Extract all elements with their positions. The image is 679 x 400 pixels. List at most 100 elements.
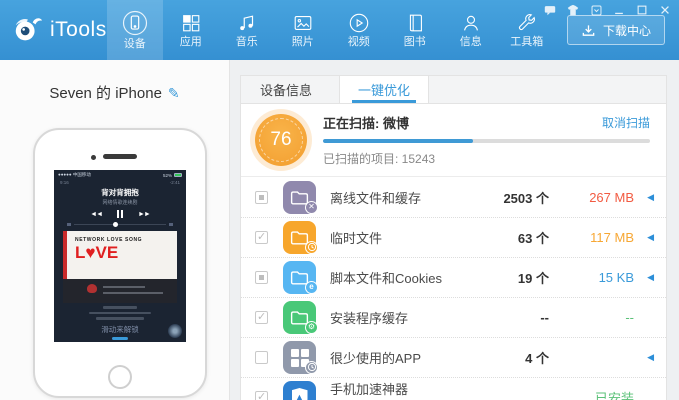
scan-status-text: 正在扫描: 微博 xyxy=(323,116,409,131)
time-remaining: -2:41 xyxy=(169,180,180,185)
row-label: 离线文件和缓存 xyxy=(330,190,422,206)
nav-tab-label: 照片 xyxy=(291,36,314,48)
phone-screen: ●●●●● 中国移动 52% 9:16 -2:41 背对背拥抱 网络情歌连续剧 … xyxy=(54,170,186,342)
row-checkbox[interactable] xyxy=(255,351,268,364)
time-elapsed: 9:16 xyxy=(60,180,69,185)
row-checkbox[interactable] xyxy=(255,271,268,284)
folder-tools-icon: ⚙ xyxy=(283,301,318,334)
row-label: 手机加速神器 xyxy=(330,382,409,397)
row-size: 267 MB xyxy=(589,189,634,205)
nav-tab-label: 信息 xyxy=(459,36,482,48)
row-count: 63 个 xyxy=(517,231,549,246)
pause-icon xyxy=(117,210,123,218)
folder-e-icon: e xyxy=(283,261,318,294)
song-title: 背对背拥抱 xyxy=(101,188,139,197)
lockscreen-camera-icon xyxy=(168,324,182,338)
row-scripts-cookies[interactable]: e 脚本文件和Cookies 19 个 15 KB ◀ xyxy=(241,257,666,297)
row-count: 4 个 xyxy=(525,351,549,366)
tab-one-click-optimize[interactable]: 一键优化 xyxy=(339,76,429,103)
shield-rocket-icon: ▲ xyxy=(283,381,316,400)
nav-tab-label: 视频 xyxy=(347,36,370,48)
main-nav: 设备 应用 音乐 照片 视频 图书 信息 工具箱 xyxy=(106,0,555,60)
itools-window: iTools 设备 应用 音乐 照片 视频 图书 信息 工具箱 下载中心 Sev… xyxy=(0,0,679,400)
home-indicator xyxy=(112,337,128,340)
card-tabs: 设备信息 一键优化 xyxy=(241,76,666,104)
playback-controls: ◄◄ ►► xyxy=(54,210,186,218)
feedback-bubble-icon[interactable] xyxy=(542,3,558,17)
album-figure xyxy=(87,284,97,293)
cancel-scan-link[interactable]: 取消扫描 xyxy=(602,114,650,131)
nav-tab-info[interactable]: 信息 xyxy=(443,0,499,60)
app-logo: iTools xyxy=(0,0,107,60)
row-checkbox[interactable] xyxy=(255,390,268,400)
nav-tab-music[interactable]: 音乐 xyxy=(219,0,275,60)
phone-camera-dot xyxy=(91,155,96,160)
lyric-line xyxy=(96,317,144,320)
row-rarely-used-apps[interactable]: 很少使用的APP 4 个 ◀ xyxy=(241,337,666,377)
volume-slider xyxy=(64,221,176,227)
scanned-items-text: 已扫描的项目: 15243 xyxy=(323,152,436,166)
forward-icon: ►► xyxy=(138,210,151,218)
row-count: 2503 个 xyxy=(503,190,549,206)
topbar: iTools 设备 应用 音乐 照片 视频 图书 信息 工具箱 下载中心 xyxy=(0,0,679,60)
scan-progress-bar xyxy=(323,139,650,143)
lyric-line xyxy=(103,306,137,309)
phone-home-button xyxy=(108,365,132,389)
nav-tab-label: 图书 xyxy=(403,36,426,48)
music-note-icon xyxy=(239,15,253,31)
row-phone-booster[interactable]: ▲ 手机加速神器 让你的设备运行更快 已安装 ◀ xyxy=(241,377,666,400)
volume-high-icon xyxy=(169,223,173,226)
apps-clock-icon xyxy=(283,341,318,374)
clock-badge-icon xyxy=(305,361,318,374)
row-label-group: 手机加速神器 让你的设备运行更快 xyxy=(330,379,464,400)
apps-grid-icon xyxy=(182,15,200,32)
download-icon xyxy=(582,24,595,36)
nav-tab-video[interactable]: 视频 xyxy=(331,0,387,60)
edit-device-name-icon[interactable]: ✎ xyxy=(168,85,180,101)
battery-percent: 52% xyxy=(162,172,172,178)
lyric-line xyxy=(89,311,151,314)
expand-icon[interactable]: ◀ xyxy=(634,192,654,203)
carrier-text: ●●●●● 中国移动 xyxy=(58,172,91,177)
slide-to-unlock-text: 滑动来解锁 xyxy=(101,324,139,334)
nav-tab-apps[interactable]: 应用 xyxy=(163,0,219,60)
folder-clock-icon xyxy=(283,221,318,254)
song-subtitle: 网络情歌连续剧 xyxy=(102,200,138,206)
nav-tab-books[interactable]: 图书 xyxy=(387,0,443,60)
nav-tab-photos[interactable]: 照片 xyxy=(275,0,331,60)
nav-tab-device[interactable]: 设备 xyxy=(106,0,163,60)
rewind-icon: ◄◄ xyxy=(90,210,103,218)
expand-icon[interactable]: ◀ xyxy=(634,352,654,363)
download-center-label: 下载中心 xyxy=(602,23,651,38)
row-checkbox[interactable] xyxy=(255,310,268,324)
expand-icon[interactable]: ◀ xyxy=(634,232,654,243)
nav-tab-label: 工具箱 xyxy=(510,36,544,48)
row-checkbox[interactable] xyxy=(255,230,268,244)
row-label: 安装程序缓存 xyxy=(330,311,409,326)
rocket-icon: ▲ xyxy=(295,392,304,400)
album-title-text: L♥VE xyxy=(75,243,119,262)
phone-speaker xyxy=(103,154,137,159)
row-installer-cache[interactable]: ⚙ 安装程序缓存 -- -- ◀ xyxy=(241,297,666,337)
person-icon xyxy=(463,15,478,31)
scan-progress-fill xyxy=(323,139,474,143)
e-badge-icon: e xyxy=(305,281,318,294)
wrench-icon xyxy=(518,14,535,31)
row-status: 已安装 xyxy=(594,391,634,400)
phone-statusbar: ●●●●● 中国移动 52% xyxy=(54,170,186,179)
row-size: -- xyxy=(625,310,634,325)
row-label: 脚本文件和Cookies xyxy=(330,271,442,286)
battery-icon xyxy=(174,173,182,177)
tab-device-info[interactable]: 设备信息 xyxy=(241,76,331,103)
health-score-circle: 76 xyxy=(255,114,307,166)
row-label: 临时文件 xyxy=(330,231,383,246)
expand-icon[interactable]: ◀ xyxy=(634,272,654,283)
row-offline-files[interactable]: ✕ 离线文件和缓存 2503 个 267 MB ◀ xyxy=(241,177,666,217)
itools-logo-icon xyxy=(15,18,43,41)
playback-times: 9:16 -2:41 xyxy=(54,179,186,185)
download-center-button[interactable]: 下载中心 xyxy=(566,15,665,45)
nav-tab-label: 设备 xyxy=(123,38,146,50)
slider-knob xyxy=(112,221,118,227)
row-temp-files[interactable]: 临时文件 63 个 117 MB ◀ xyxy=(241,217,666,257)
row-checkbox[interactable] xyxy=(255,190,268,204)
